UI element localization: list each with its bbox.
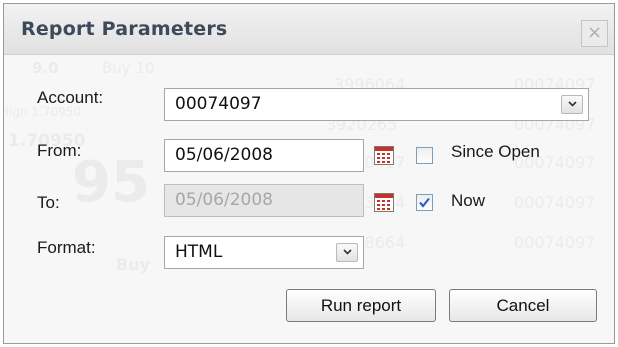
now-label: Now <box>451 191 486 210</box>
chevron-down-icon <box>568 101 577 107</box>
to-date-field[interactable]: 05/06/2008 <box>164 184 364 217</box>
now-checkbox[interactable] <box>416 194 433 211</box>
account-dropdown-button[interactable] <box>561 95 583 114</box>
chevron-down-icon <box>343 249 352 255</box>
account-value: 00074097 <box>175 94 262 114</box>
account-select[interactable]: 00074097 <box>164 88 589 121</box>
account-label: Account: <box>37 88 104 107</box>
from-calendar-icon[interactable] <box>374 146 394 165</box>
ghost-acc-r4: 00074097 <box>514 193 596 212</box>
from-date-field[interactable]: 05/06/2008 <box>164 139 364 172</box>
dialog-title: Report Parameters <box>21 18 228 40</box>
format-select[interactable]: HTML <box>164 236 364 269</box>
to-date-value: 05/06/2008 <box>175 190 273 210</box>
format-value: HTML <box>175 242 223 262</box>
from-date-value: 05/06/2008 <box>175 145 273 165</box>
ghost-acc-r5: 00074097 <box>514 233 596 252</box>
dialog-body: 9.0 Buy 10 High 1.70950 1.70950 95 Buy 3… <box>4 55 614 343</box>
format-dropdown-button[interactable] <box>336 243 358 262</box>
checkmark-icon <box>419 197 430 208</box>
ghost-price-small: 9.0 <box>32 59 59 77</box>
cancel-button[interactable]: Cancel <box>449 289 597 322</box>
from-label: From: <box>37 141 82 160</box>
ghost-buy: Buy <box>116 255 151 274</box>
ghost-big-digits: 95 <box>72 150 150 215</box>
dialog-titlebar[interactable]: Report Parameters × <box>4 4 614 55</box>
since-open-checkbox[interactable] <box>416 147 433 164</box>
close-icon: × <box>586 22 603 43</box>
ghost-buy-10: Buy 10 <box>102 59 155 77</box>
to-label: To: <box>37 193 60 212</box>
close-button[interactable]: × <box>581 20 608 47</box>
format-label: Format: <box>37 238 96 257</box>
to-calendar-icon[interactable] <box>374 193 394 212</box>
since-open-label: Since Open <box>451 142 540 161</box>
report-parameters-dialog: Report Parameters × 9.0 Buy 10 High 1.70… <box>3 3 615 344</box>
run-report-button[interactable]: Run report <box>286 289 436 322</box>
